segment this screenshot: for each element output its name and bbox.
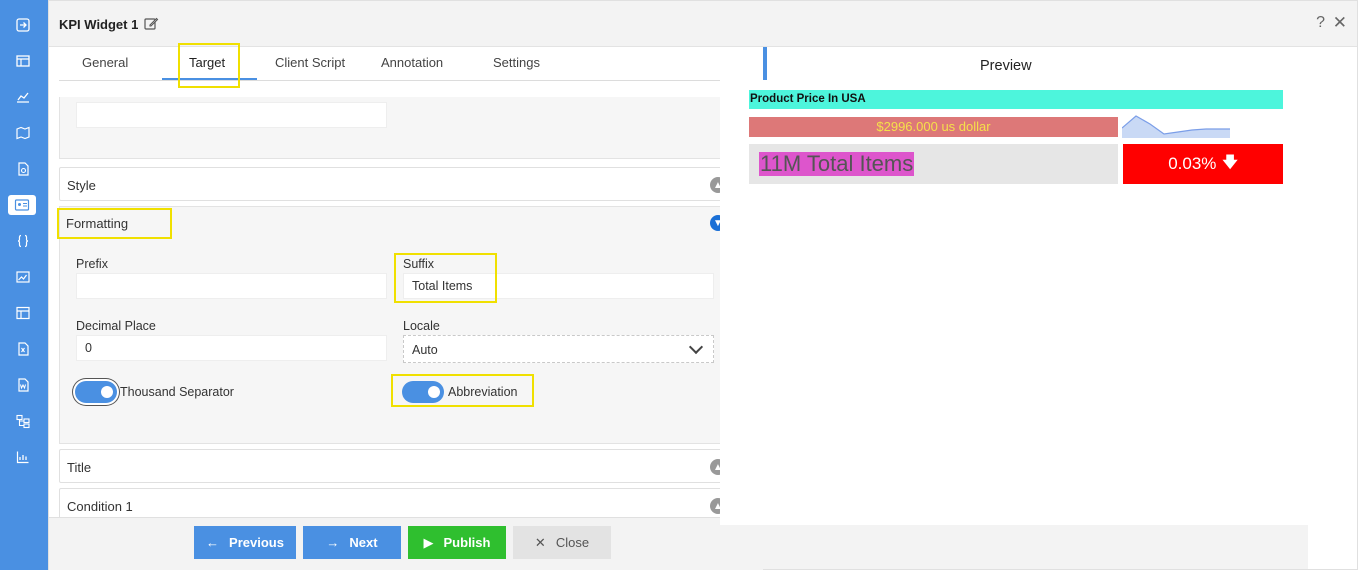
window-title: KPI Widget 1	[59, 17, 139, 32]
preview-footer	[720, 525, 1308, 569]
enter-icon[interactable]	[12, 14, 34, 36]
tab-general[interactable]: General	[82, 55, 128, 70]
locale-select[interactable]: Auto	[403, 335, 714, 363]
chevron-down-icon	[688, 339, 704, 355]
arrow-left-icon: ←	[206, 535, 220, 550]
tab-bar: General Target Client Script Annotation …	[59, 47, 757, 81]
locale-label: Locale	[403, 319, 440, 333]
formatting-section: Formatting ▼ Prefix Suffix Total Items D…	[59, 206, 731, 444]
code-braces-icon[interactable]	[12, 230, 34, 252]
word-icon[interactable]	[12, 374, 34, 396]
decimal-place-label: Decimal Place	[76, 319, 156, 333]
previous-button[interactable]: ← Previous	[194, 526, 296, 559]
previous-button-label: Previous	[229, 535, 284, 550]
document-icon[interactable]	[12, 158, 34, 180]
condition-section-label: Condition 1	[67, 499, 133, 514]
help-icon[interactable]: ?	[1316, 14, 1325, 32]
title-bar: KPI Widget 1 ? ✕	[49, 1, 1357, 47]
style-section-header[interactable]: Style ▲	[59, 167, 731, 201]
kpi-delta-value: 0.03%	[1168, 154, 1217, 173]
hierarchy-icon[interactable]	[12, 410, 34, 432]
locale-value: Auto	[412, 343, 438, 357]
condition-section-header[interactable]: Condition 1 ▲	[59, 488, 731, 517]
arrow-right-icon: →	[326, 535, 340, 550]
kpi-delta-box: 0.03% 🡇	[1123, 144, 1283, 184]
title-section-header[interactable]: Title ▲	[59, 449, 731, 483]
thousand-separator-label: Thousand Separator	[120, 385, 234, 399]
style-section-label: Style	[67, 178, 96, 193]
close-button-label: Close	[555, 535, 590, 550]
publish-button-label: Publish	[443, 535, 491, 550]
map-icon[interactable]	[12, 122, 34, 144]
close-icon[interactable]: ✕	[1333, 13, 1347, 33]
decimal-place-input[interactable]: 0	[76, 335, 387, 361]
next-button[interactable]: → Next	[303, 526, 401, 559]
layout-icon[interactable]	[12, 302, 34, 324]
arrow-down-icon: 🡇	[1222, 153, 1238, 171]
close-icon: ✕	[534, 534, 546, 550]
table-icon[interactable]	[12, 50, 34, 72]
analytics-icon[interactable]	[12, 86, 34, 108]
footer-bar: ← Previous → Next ▶ Publish ✕ Close	[49, 517, 763, 570]
left-icon-rail	[0, 0, 48, 570]
formatting-highlight	[57, 208, 172, 239]
kpi-main-value: 11M Total Items	[759, 151, 915, 176]
close-button[interactable]: ✕ Close	[513, 526, 611, 559]
previous-section-body	[59, 97, 731, 159]
kpi-secondary-value: $2996.000 us dollar	[749, 117, 1118, 137]
tab-client-script[interactable]: Client Script	[275, 55, 345, 70]
tab-settings[interactable]: Settings	[493, 55, 540, 70]
id-card-icon[interactable]	[8, 195, 36, 215]
properties-pane: Style ▲ Formatting ▼ Prefix Suffix Total…	[59, 97, 743, 517]
image-chart-icon[interactable]	[12, 266, 34, 288]
play-icon: ▶	[423, 534, 434, 550]
kpi-sparkline	[1122, 115, 1230, 138]
prefix-input[interactable]	[76, 273, 387, 299]
abbreviation-highlight	[391, 374, 534, 407]
kpi-main-box: 11M Total Items	[749, 144, 1118, 184]
previous-section-input[interactable]	[76, 102, 387, 128]
edit-icon[interactable]	[143, 16, 159, 32]
next-button-label: Next	[349, 535, 378, 550]
kpi-name-bar: Product Price In USA	[749, 90, 1283, 109]
thousand-separator-toggle[interactable]	[75, 381, 117, 403]
target-tab-highlight	[178, 43, 240, 88]
prefix-label: Prefix	[76, 257, 108, 271]
suffix-highlight	[394, 253, 497, 303]
publish-button[interactable]: ▶ Publish	[408, 526, 506, 559]
title-section-label: Title	[67, 460, 92, 475]
chart-icon[interactable]	[12, 446, 34, 468]
excel-icon[interactable]	[12, 338, 34, 360]
preview-heading: Preview	[980, 58, 1032, 74]
tab-annotation[interactable]: Annotation	[381, 55, 443, 70]
